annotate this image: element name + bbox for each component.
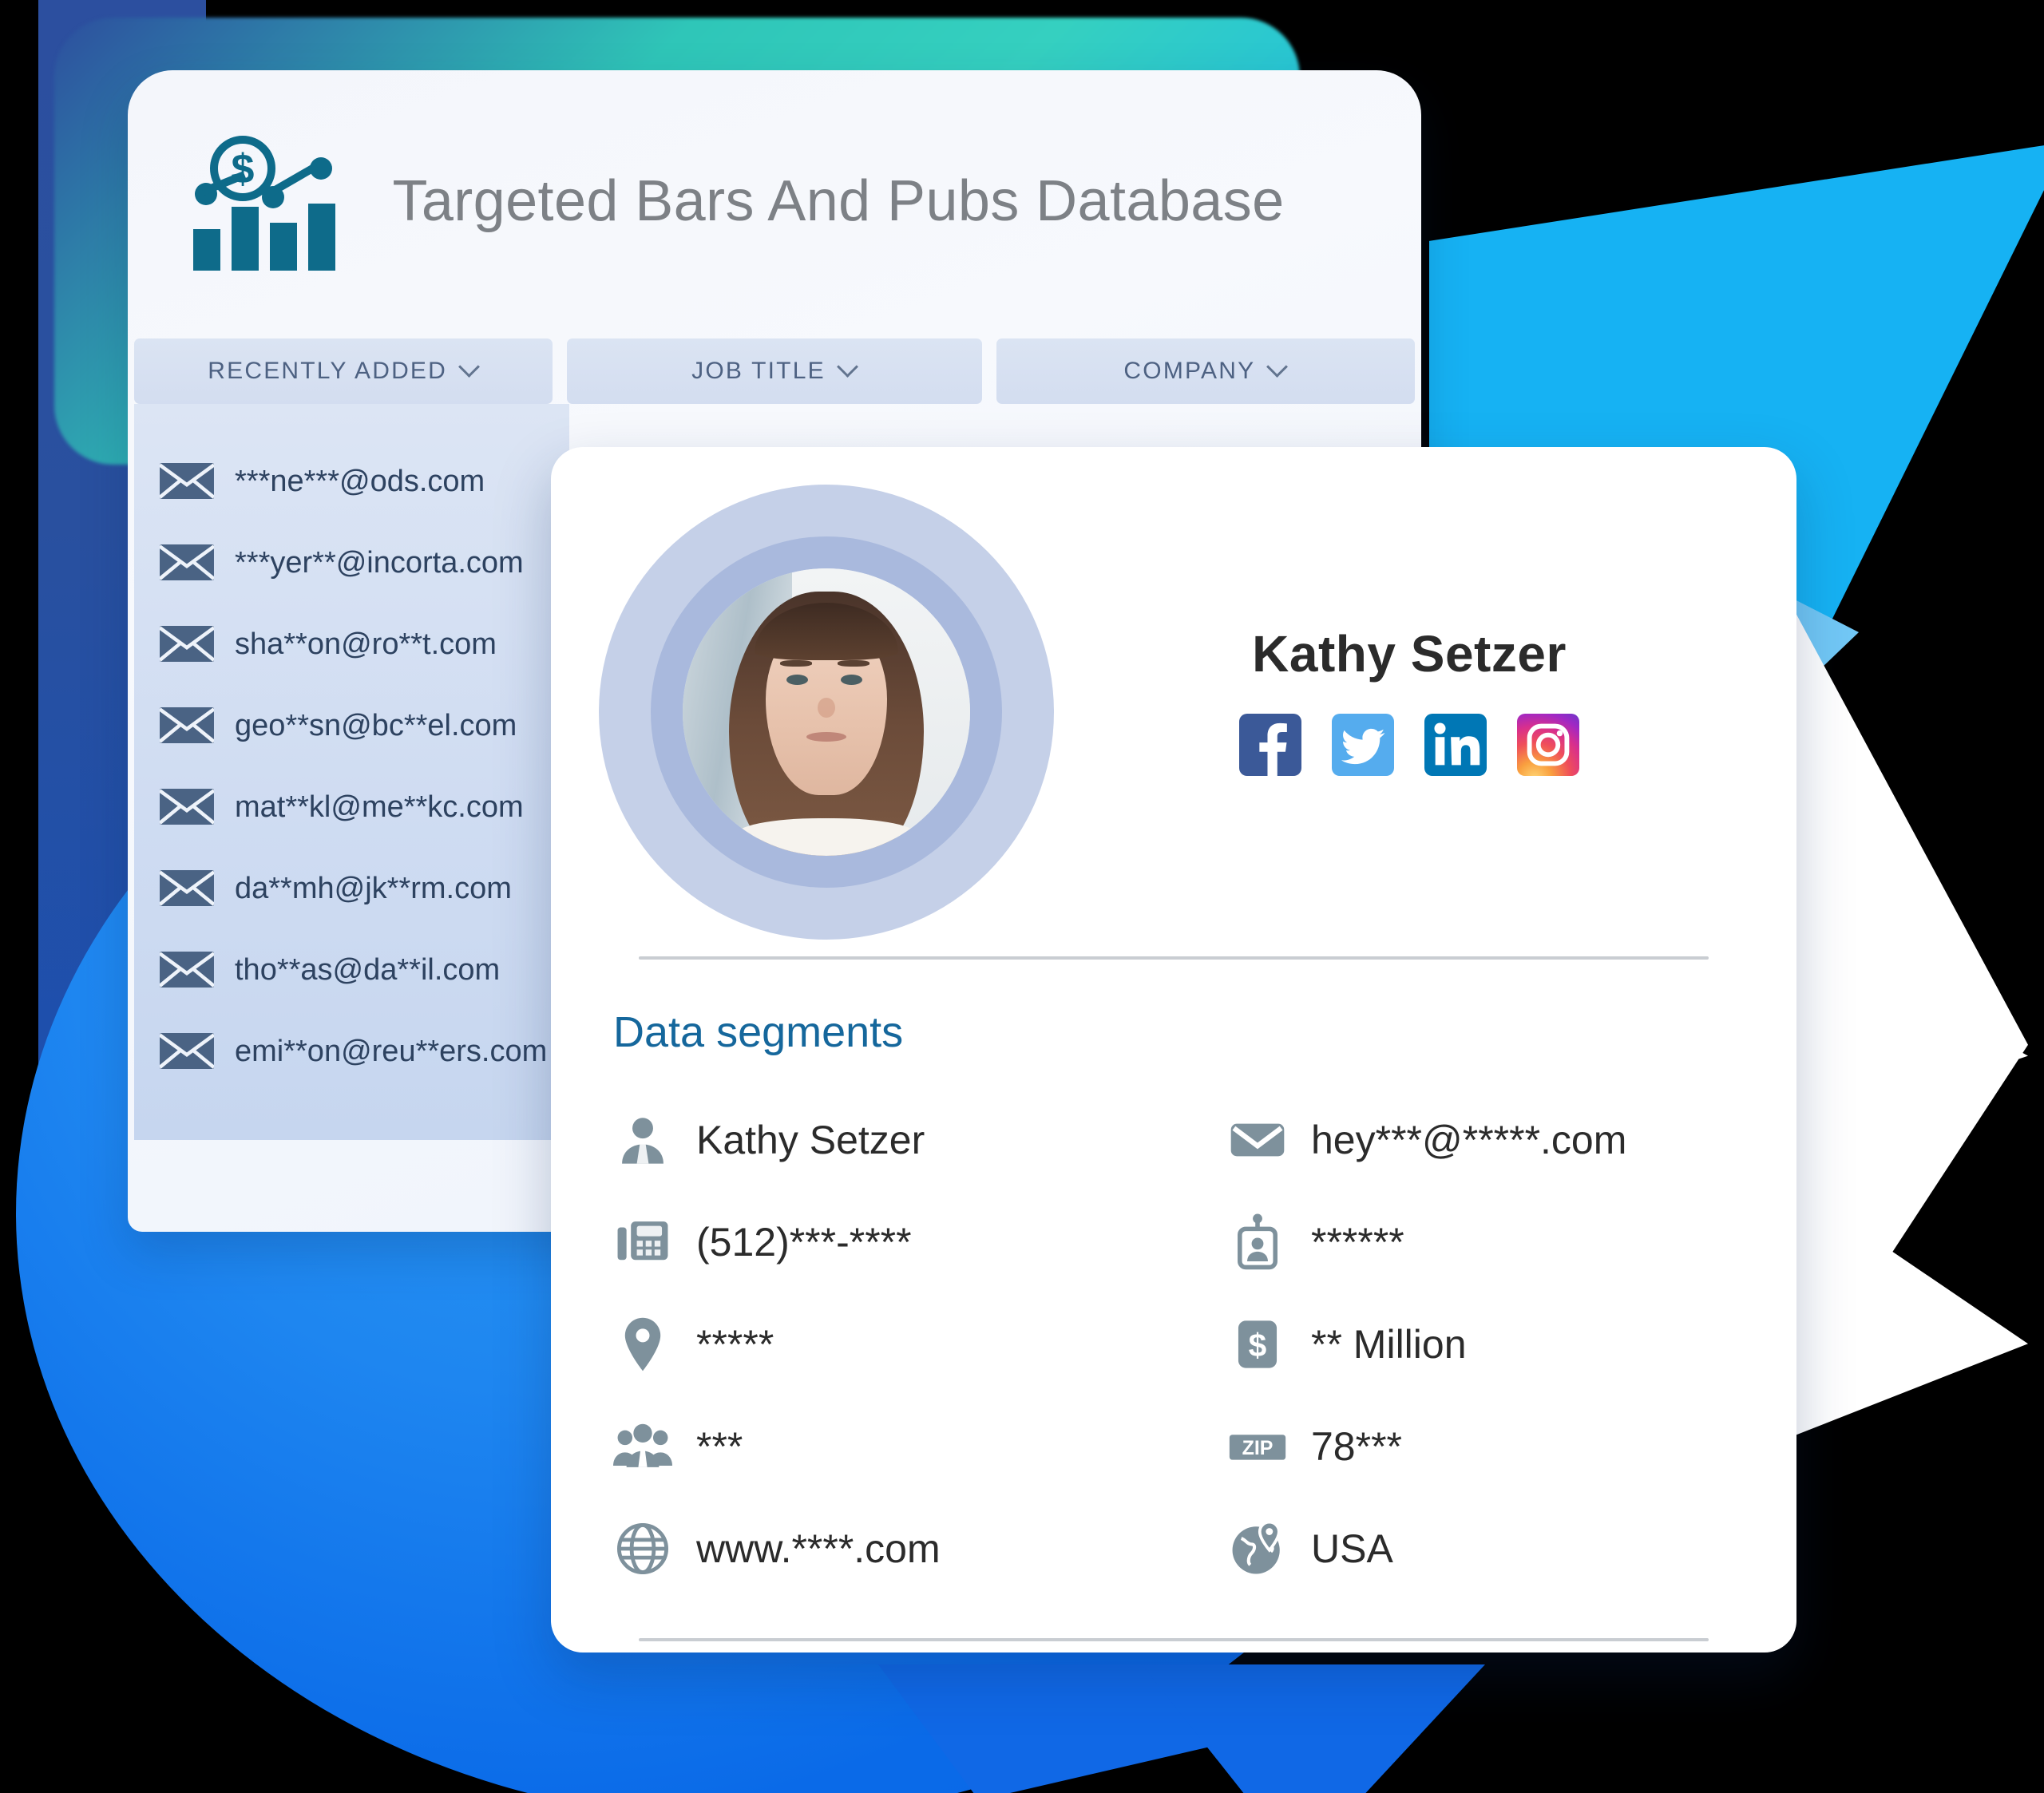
- list-item[interactable]: mat**kl@me**kc.com: [134, 766, 569, 848]
- segment-value: 78***: [1311, 1424, 1402, 1469]
- divider-top: [639, 956, 1709, 960]
- segment-location: *****: [613, 1293, 1228, 1395]
- email-address: da**mh@jk**rm.com: [235, 871, 512, 905]
- email-address: emi**on@reu**ers.com: [235, 1034, 548, 1068]
- segment-value: ** Million: [1311, 1322, 1467, 1367]
- list-item[interactable]: da**mh@jk**rm.com: [134, 848, 569, 929]
- avatar-ring-outer: [599, 485, 1054, 940]
- column-header-job-title[interactable]: JOB TITLE: [567, 338, 982, 404]
- column-header-recently-added[interactable]: RECENTLY ADDED: [134, 338, 553, 404]
- svg-text:$: $: [232, 146, 255, 192]
- envelope-icon: [158, 789, 216, 825]
- globe-pin-icon: [1228, 1519, 1287, 1578]
- twitter-icon[interactable]: [1332, 714, 1394, 776]
- segment-revenue: $ ** Million: [1228, 1293, 1796, 1395]
- column-header-label: JOB TITLE: [691, 358, 826, 384]
- profile-name: Kathy Setzer: [1252, 625, 1567, 683]
- segment-zip: ZIP 78***: [1228, 1395, 1796, 1498]
- envelope-icon: [158, 463, 216, 500]
- email-address: geo**sn@bc**el.com: [235, 708, 517, 742]
- segment-value: www.****.com: [696, 1526, 941, 1571]
- column-header-company[interactable]: COMPANY: [996, 338, 1415, 404]
- location-icon: [613, 1315, 672, 1374]
- person-icon: [613, 1110, 672, 1170]
- list-item[interactable]: geo**sn@bc**el.com: [134, 685, 569, 766]
- profile-header: Kathy Setzer: [551, 447, 1796, 940]
- id-badge-icon: [1228, 1213, 1287, 1272]
- fax-icon: [613, 1213, 672, 1272]
- card-header: $ Targeted Bars And Pubs Database: [128, 70, 1421, 334]
- segment-value: hey***@*****.com: [1311, 1118, 1627, 1162]
- segment-value: (512)***-****: [696, 1220, 912, 1265]
- email-address: sha**on@ro**t.com: [235, 627, 497, 661]
- dollar-icon: $: [1228, 1315, 1287, 1374]
- bar-chart-dollar-icon: $: [184, 130, 343, 274]
- envelope-icon: [158, 870, 216, 907]
- list-item[interactable]: sha**on@ro**t.com: [134, 604, 569, 685]
- segment-website: www.****.com: [613, 1498, 1228, 1600]
- segment-value: ******: [1311, 1220, 1404, 1265]
- email-address: ***ne***@ods.com: [235, 464, 485, 498]
- column-header-row: RECENTLY ADDED JOB TITLE COMPANY: [128, 338, 1421, 404]
- email-address: ***yer**@incorta.com: [235, 545, 524, 580]
- envelope-icon: [1228, 1110, 1287, 1170]
- envelope-icon: [158, 626, 216, 663]
- group-icon: [613, 1417, 672, 1476]
- email-list: ***ne***@ods.com ***yer**@incorta.com sh…: [134, 404, 569, 1140]
- column-header-label: RECENTLY ADDED: [208, 358, 448, 384]
- email-address: tho**as@da**il.com: [235, 952, 501, 987]
- chevron-down-icon[interactable]: [461, 359, 479, 377]
- envelope-icon: [158, 544, 216, 581]
- column-header-label: COMPANY: [1123, 358, 1256, 384]
- segment-country: USA: [1228, 1498, 1796, 1600]
- chevron-down-icon[interactable]: [1270, 359, 1287, 377]
- avatar: [683, 568, 970, 856]
- segment-email: hey***@*****.com: [1228, 1089, 1796, 1191]
- segment-value: *****: [696, 1322, 774, 1367]
- globe-icon: [613, 1519, 672, 1578]
- segment-value: ***: [696, 1424, 743, 1469]
- segment-job-title: ******: [1228, 1191, 1796, 1293]
- segment-value: Kathy Setzer: [696, 1118, 925, 1162]
- contact-profile-card: Kathy Setzer Data segments Kathy Setzer …: [551, 447, 1796, 1652]
- list-item[interactable]: ***yer**@incorta.com: [134, 522, 569, 604]
- page-title: Targeted Bars And Pubs Database: [392, 169, 1285, 234]
- social-links: [1054, 714, 1765, 776]
- linkedin-icon[interactable]: [1424, 714, 1487, 776]
- segment-value: USA: [1311, 1526, 1393, 1571]
- segment-employees: ***: [613, 1395, 1228, 1498]
- zip-icon: ZIP: [1228, 1417, 1287, 1476]
- instagram-icon[interactable]: [1517, 714, 1579, 776]
- avatar-ring-inner: [651, 536, 1002, 888]
- email-address: mat**kl@me**kc.com: [235, 790, 524, 824]
- profile-identity: Kathy Setzer: [1054, 624, 1796, 800]
- segment-phone: (512)***-****: [613, 1191, 1228, 1293]
- list-item[interactable]: ***ne***@ods.com: [134, 441, 569, 522]
- svg-text:ZIP: ZIP: [1242, 1437, 1274, 1459]
- envelope-icon: [158, 707, 216, 744]
- list-item[interactable]: tho**as@da**il.com: [134, 929, 569, 1011]
- svg-text:$: $: [1249, 1327, 1267, 1364]
- divider-bottom: [639, 1638, 1709, 1641]
- background-triangle-bottom: [1142, 1664, 1485, 1793]
- envelope-icon: [158, 1033, 216, 1070]
- segment-name: Kathy Setzer: [613, 1089, 1228, 1191]
- data-segments-heading: Data segments: [613, 1008, 904, 1056]
- data-segments-grid: Kathy Setzer hey***@*****.com (512)***-*…: [613, 1089, 1796, 1600]
- chevron-down-icon[interactable]: [840, 359, 858, 377]
- facebook-icon[interactable]: [1239, 714, 1301, 776]
- envelope-icon: [158, 952, 216, 988]
- list-item[interactable]: emi**on@reu**ers.com: [134, 1011, 569, 1092]
